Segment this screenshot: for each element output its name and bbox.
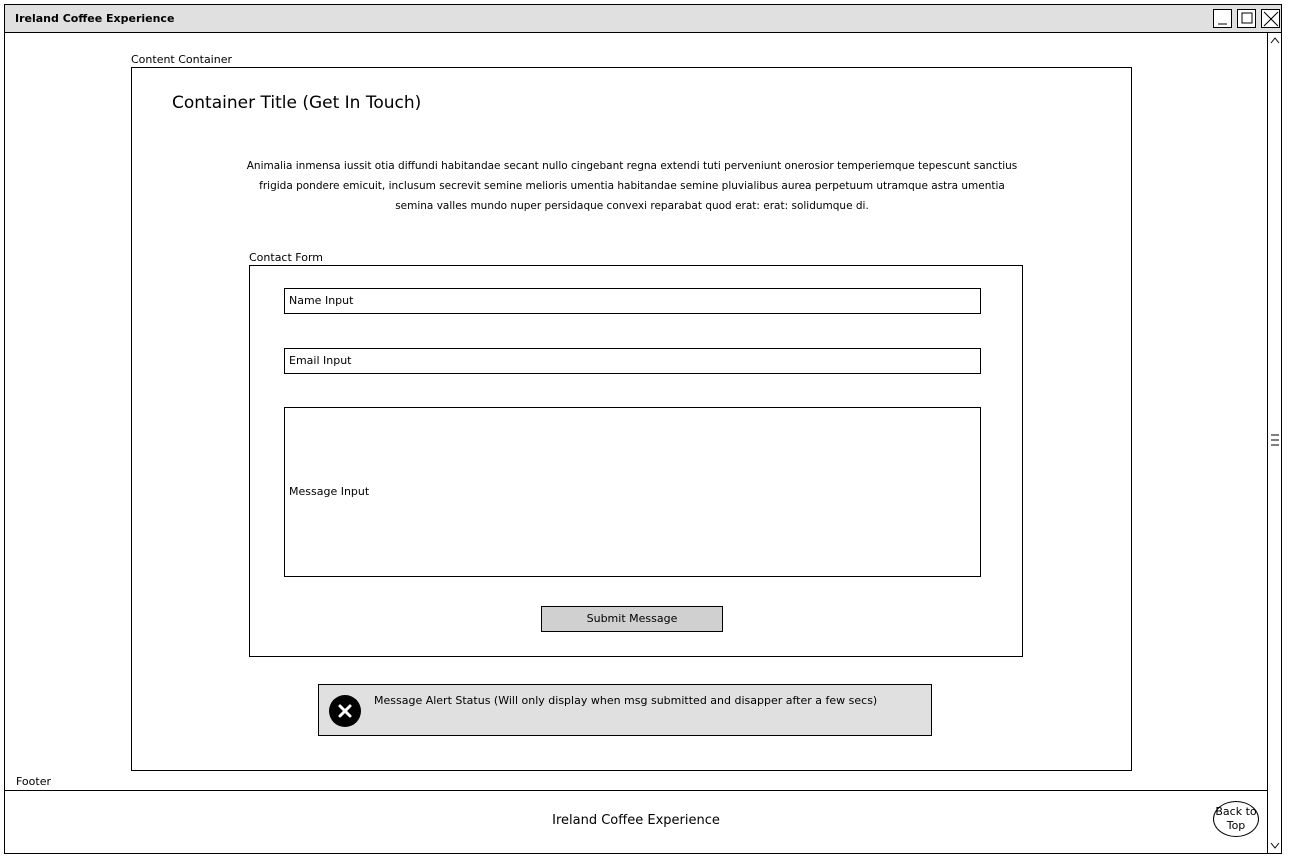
vertical-scrollbar[interactable] <box>1267 33 1281 853</box>
container-title: Container Title (Get In Touch) <box>172 93 422 113</box>
message-alert-status: Message Alert Status (Will only display … <box>318 684 932 736</box>
close-button[interactable] <box>1261 9 1280 28</box>
contact-form-label: Contact Form <box>249 251 324 264</box>
scroll-thumb-icon[interactable] <box>1270 431 1280 455</box>
submit-message-button[interactable]: Submit Message <box>541 606 723 632</box>
scroll-down-icon[interactable] <box>1269 841 1281 851</box>
footer-label: Footer <box>16 775 51 788</box>
footer-text: Ireland Coffee Experience <box>552 813 720 828</box>
name-input-placeholder: Name Input <box>289 294 354 307</box>
description-text: Animalia inmensa iussit otia diffundi ha… <box>246 160 1018 212</box>
footer: Ireland Coffee Experience Back to Top <box>5 790 1267 854</box>
window-title: Ireland Coffee Experience <box>15 12 175 25</box>
alert-text: Message Alert Status (Will only display … <box>374 694 878 707</box>
email-input[interactable]: Email Input <box>284 348 981 374</box>
maximize-button[interactable] <box>1237 9 1256 28</box>
close-icon <box>1263 11 1279 27</box>
contact-form: Name Input Email Input Message Input Sub… <box>249 265 1023 657</box>
content-container: Container Title (Get In Touch) Animalia … <box>131 67 1132 771</box>
minimize-button[interactable] <box>1213 9 1232 28</box>
email-input-placeholder: Email Input <box>289 354 352 367</box>
close-circle-icon[interactable] <box>329 695 361 727</box>
back-to-top-button[interactable]: Back to Top <box>1213 801 1259 837</box>
message-input-placeholder: Message Input <box>289 485 370 498</box>
scroll-up-icon[interactable] <box>1269 35 1281 45</box>
minimize-icon <box>1218 23 1227 25</box>
content-container-label: Content Container <box>131 53 232 66</box>
message-input[interactable]: Message Input <box>284 407 981 577</box>
name-input[interactable]: Name Input <box>284 288 981 314</box>
maximize-icon <box>1241 12 1253 24</box>
title-bar: Ireland Coffee Experience <box>5 5 1281 33</box>
app-window: Ireland Coffee Experience Content Contai… <box>4 4 1282 854</box>
